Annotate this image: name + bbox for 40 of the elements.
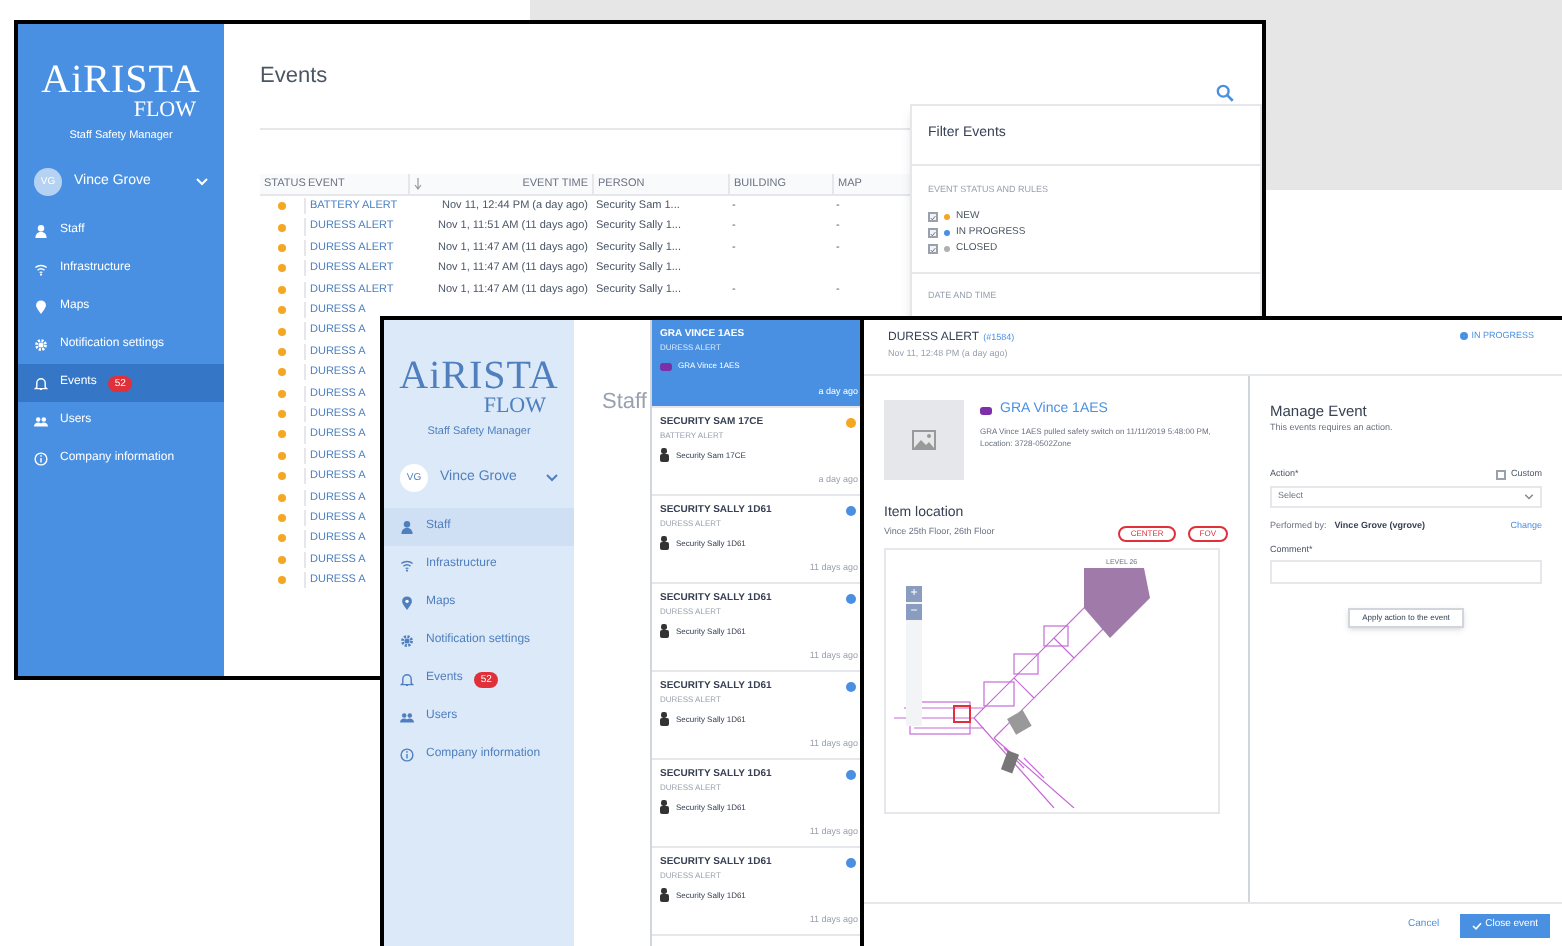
users-icon — [34, 414, 48, 429]
tag-icon — [980, 405, 992, 416]
checkbox[interactable] — [1496, 469, 1507, 480]
person-icon — [34, 224, 48, 239]
checkbox[interactable] — [928, 244, 938, 255]
person-badge-icon — [660, 448, 670, 462]
person-badge-icon — [660, 624, 670, 638]
info-icon — [34, 452, 48, 467]
logo-subtitle: FLOW — [483, 396, 548, 416]
chevron-down-icon — [546, 474, 558, 483]
chevron-down-icon — [196, 178, 208, 187]
page-title: Events — [260, 61, 328, 92]
person-badge-icon — [660, 536, 670, 550]
person-badge-icon — [660, 800, 670, 814]
checkbox[interactable] — [928, 228, 938, 239]
chevron-down-icon — [1524, 493, 1534, 500]
bell-icon — [400, 672, 414, 687]
settings-icon — [400, 634, 414, 649]
wifi-icon — [400, 558, 414, 573]
map-pin-icon — [400, 596, 414, 611]
sort-icon — [414, 178, 422, 190]
page-title: Staff — [602, 390, 647, 414]
users-icon — [400, 710, 414, 725]
settings-icon — [34, 338, 48, 353]
check-icon — [1471, 921, 1482, 929]
search-icon — [1216, 83, 1234, 101]
comment-field[interactable] — [1270, 560, 1542, 585]
info-icon — [400, 748, 414, 763]
person-badge-icon — [660, 712, 670, 726]
tag-icon — [660, 361, 672, 371]
image-icon — [912, 430, 936, 450]
logo-wordmark: AiRISTA — [399, 356, 559, 396]
checkbox[interactable] — [928, 212, 938, 223]
person-badge-icon — [660, 888, 670, 902]
bell-icon — [34, 376, 48, 391]
map-pin-icon — [34, 300, 48, 315]
person-icon — [400, 520, 414, 535]
wifi-icon — [34, 262, 48, 277]
logo-wordmark: AiRISTA — [41, 60, 201, 100]
logo-subtitle: FLOW — [133, 100, 198, 120]
